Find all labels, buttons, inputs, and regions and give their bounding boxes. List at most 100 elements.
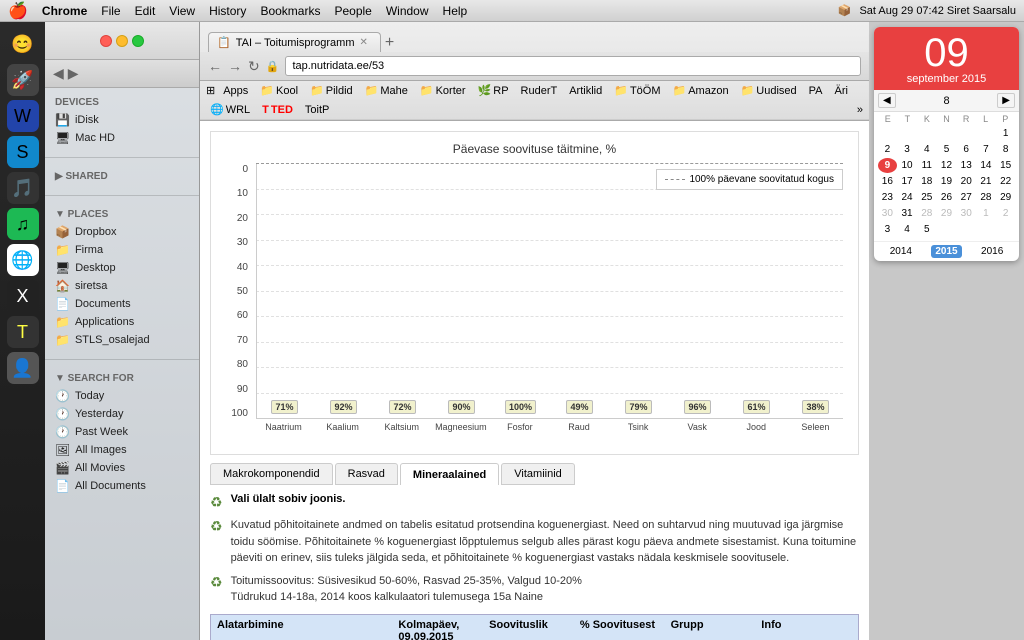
cal-year-2014[interactable]: 2014 <box>886 245 916 258</box>
cal-day[interactable]: 6 <box>957 142 976 157</box>
sidebar-item-idisk[interactable]: 💾 iDisk <box>45 111 199 129</box>
bm-artiklid[interactable]: Artiklid <box>565 84 606 98</box>
tab-vitamiinid[interactable]: Vitamiinid <box>501 463 575 485</box>
cal-day[interactable]: 14 <box>977 158 996 173</box>
cal-day[interactable]: 26 <box>937 190 956 205</box>
cal-day[interactable]: 10 <box>898 158 917 173</box>
cal-day[interactable]: 5 <box>937 142 956 157</box>
bm-apps[interactable]: Apps <box>219 84 252 98</box>
cal-prev-button[interactable]: ◀ <box>878 93 896 108</box>
cal-day[interactable]: 2 <box>996 206 1015 221</box>
cal-day[interactable]: 25 <box>917 190 936 205</box>
bm-wrl[interactable]: 🌐 WRL <box>206 102 254 117</box>
cal-day[interactable]: 28 <box>917 206 936 221</box>
sidebar-item-yesterday[interactable]: 🕐 Yesterday <box>45 405 199 423</box>
sidebar-item-siretsa[interactable]: 🏠 siretsa <box>45 277 199 295</box>
menu-people[interactable]: People <box>334 4 371 18</box>
cal-day[interactable]: 18 <box>917 174 936 189</box>
cal-day[interactable]: 3 <box>878 222 897 237</box>
cal-day[interactable]: 1 <box>977 206 996 221</box>
dock-finder[interactable]: 😊 <box>7 28 39 60</box>
bm-rudert[interactable]: RuderT <box>517 84 562 98</box>
cal-year-2015[interactable]: 2015 <box>931 245 961 258</box>
bm-toitp[interactable]: ToitP <box>301 103 333 117</box>
cal-day[interactable]: 7 <box>977 142 996 157</box>
cal-day[interactable]: 24 <box>898 190 917 205</box>
new-tab-button[interactable]: + <box>381 34 394 52</box>
cal-day[interactable]: 16 <box>878 174 897 189</box>
cal-day[interactable]: 9 <box>878 158 897 173</box>
cal-day[interactable]: 3 <box>898 142 917 157</box>
cal-day[interactable]: 17 <box>898 174 917 189</box>
sidebar-item-dropbox[interactable]: 📦 Dropbox <box>45 223 199 241</box>
nav-back[interactable]: ◀ <box>53 65 64 82</box>
sidebar-item-allmovies[interactable]: 🎬 All Movies <box>45 459 199 477</box>
cal-day[interactable]: 23 <box>878 190 897 205</box>
cal-day[interactable]: 31 <box>898 206 917 221</box>
bm-ari[interactable]: Äri <box>830 84 851 98</box>
cal-day[interactable]: 2 <box>878 142 897 157</box>
cal-day[interactable]: 19 <box>937 174 956 189</box>
cal-day[interactable]: 29 <box>996 190 1015 205</box>
cal-day[interactable]: 30 <box>957 206 976 221</box>
menu-window[interactable]: Window <box>386 4 429 18</box>
tab-close-button[interactable]: ✕ <box>360 37 368 48</box>
sidebar-item-machd[interactable]: 🖥 Mac HD <box>45 129 199 147</box>
menu-edit[interactable]: Edit <box>135 4 156 18</box>
dock-launchpad[interactable]: 🚀 <box>7 64 39 96</box>
reload-button[interactable]: ↻ <box>248 58 260 75</box>
browser-tab-active[interactable]: 📋 TAI – Toitumisprogramm ✕ <box>208 32 381 52</box>
dock-music[interactable]: 🎵 <box>7 172 39 204</box>
sidebar-item-documents[interactable]: 📄 Documents <box>45 295 199 313</box>
cal-day[interactable]: 15 <box>996 158 1015 173</box>
cal-day[interactable]: 29 <box>937 206 956 221</box>
cal-day[interactable]: 28 <box>977 190 996 205</box>
cal-day[interactable]: 4 <box>898 222 917 237</box>
cal-day[interactable]: 12 <box>937 158 956 173</box>
sidebar-item-allimages[interactable]: 🖼 All Images <box>45 441 199 459</box>
cal-day[interactable]: 1 <box>996 126 1015 141</box>
tab-mineraalained[interactable]: Mineraalained <box>400 463 499 485</box>
menu-file[interactable]: File <box>101 4 120 18</box>
bm-uudised[interactable]: 📁 Uudised <box>737 83 801 98</box>
tab-rasvad[interactable]: Rasvad <box>335 463 398 485</box>
cal-day[interactable]: 22 <box>996 174 1015 189</box>
sidebar-item-desktop[interactable]: 🖥 Desktop <box>45 259 199 277</box>
dock-app1[interactable]: W <box>7 100 39 132</box>
cal-year-2016[interactable]: 2016 <box>977 245 1007 258</box>
zoom-button[interactable] <box>132 35 144 47</box>
bm-toom[interactable]: 📁 TöÖM <box>610 83 664 98</box>
nav-forward[interactable]: ▶ <box>68 65 79 82</box>
dock-x1[interactable]: X <box>7 280 39 312</box>
minimize-button[interactable] <box>116 35 128 47</box>
menu-chrome[interactable]: Chrome <box>42 4 87 18</box>
forward-button[interactable]: → <box>228 58 242 74</box>
sidebar-item-alldocs[interactable]: 📄 All Documents <box>45 477 199 495</box>
apple-menu[interactable]: 🍎 <box>8 1 28 21</box>
sidebar-item-today[interactable]: 🕐 Today <box>45 387 199 405</box>
dock-user[interactable]: 👤 <box>7 352 39 384</box>
cal-day[interactable]: 21 <box>977 174 996 189</box>
cal-day[interactable]: 5 <box>917 222 936 237</box>
cal-next-button[interactable]: ▶ <box>997 93 1015 108</box>
bm-pa[interactable]: PA <box>805 84 827 98</box>
dock-chrome[interactable]: 🌐 <box>7 244 39 276</box>
sidebar-item-stls[interactable]: 📁 STLS_osalejad <box>45 331 199 349</box>
dock-skype[interactable]: S <box>7 136 39 168</box>
cal-day[interactable]: 13 <box>957 158 976 173</box>
bm-mahe[interactable]: 📁 Mahe <box>361 83 412 98</box>
menu-bookmarks[interactable]: Bookmarks <box>260 4 320 18</box>
cal-day[interactable]: 11 <box>917 158 936 173</box>
sidebar-item-firma[interactable]: 📁 Firma <box>45 241 199 259</box>
close-button[interactable] <box>100 35 112 47</box>
bm-ted[interactable]: T TED <box>258 103 297 117</box>
menu-view[interactable]: View <box>169 4 195 18</box>
cal-day[interactable]: 30 <box>878 206 897 221</box>
sidebar-item-applications[interactable]: 📁 Applications <box>45 313 199 331</box>
back-button[interactable]: ← <box>208 58 222 74</box>
bm-amazon[interactable]: 📁 Amazon <box>669 83 733 98</box>
cal-day[interactable]: 20 <box>957 174 976 189</box>
bm-korter[interactable]: 📁 Korter <box>416 83 470 98</box>
menu-history[interactable]: History <box>209 4 246 18</box>
dock-spotify[interactable]: ♫ <box>7 208 39 240</box>
